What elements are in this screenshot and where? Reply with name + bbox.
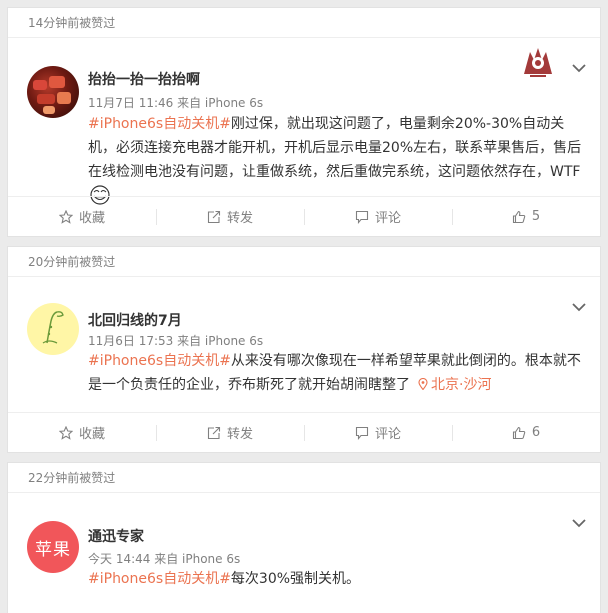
author-name[interactable]: 抬抬一抬一抬抬啊 bbox=[88, 69, 200, 89]
comment-icon bbox=[355, 210, 369, 224]
comment-button[interactable]: 评论 bbox=[304, 413, 452, 452]
star-icon bbox=[58, 425, 73, 440]
hashtag-link[interactable]: #iPhone6s自动关机# bbox=[88, 116, 231, 132]
comment-button[interactable]: 评论 bbox=[304, 197, 452, 236]
forward-button[interactable]: 转发 bbox=[156, 413, 304, 452]
hashtag-link[interactable]: #iPhone6s自动关机# bbox=[88, 571, 231, 587]
like-count: 6 bbox=[531, 425, 541, 440]
avatar-logo-text: 苹果 bbox=[35, 539, 71, 560]
location-link[interactable]: 北京·沙河 bbox=[418, 377, 491, 393]
forward-icon bbox=[207, 426, 221, 439]
post-time[interactable]: 11月6日 17:53 来自 iPhone 6s bbox=[88, 332, 263, 349]
action-bar: 收藏 转发 评论 6 bbox=[8, 412, 600, 452]
chevron-down-icon[interactable] bbox=[572, 518, 586, 528]
post-text: #iPhone6s自动关机#刚过保，就出现这问题了，电量剩余20%-30%自动关… bbox=[88, 112, 588, 208]
comment-label: 评论 bbox=[374, 211, 401, 226]
forward-label: 转发 bbox=[226, 427, 253, 442]
like-button[interactable]: 5 bbox=[452, 197, 600, 236]
hashtag-link[interactable]: #iPhone6s自动关机# bbox=[88, 353, 231, 369]
thumbs-up-icon bbox=[512, 426, 526, 439]
giraffe-doodle-icon bbox=[42, 311, 64, 344]
liked-time: 14分钟前被赞过 bbox=[8, 8, 600, 38]
liked-time: 20分钟前被赞过 bbox=[8, 247, 600, 277]
author-name[interactable]: 通迅专家 bbox=[88, 526, 144, 546]
collect-button[interactable]: 收藏 bbox=[8, 413, 156, 452]
forward-label: 转发 bbox=[226, 211, 253, 226]
post-body: 每次30%强制关机。 bbox=[230, 571, 361, 587]
badge-icon bbox=[524, 48, 552, 77]
collect-button[interactable]: 收藏 bbox=[8, 197, 156, 236]
post-card: 22分钟前被赞过 苹果 通迅专家 今天 14:44 来自 iPhone 6s #… bbox=[7, 462, 601, 613]
forward-icon bbox=[207, 210, 221, 223]
avatar[interactable] bbox=[27, 66, 79, 118]
author-name[interactable]: 北回归线的7月 bbox=[88, 310, 182, 330]
like-button[interactable]: 6 bbox=[452, 413, 600, 452]
forward-button[interactable]: 转发 bbox=[156, 197, 304, 236]
star-icon bbox=[58, 209, 73, 224]
liked-time: 22分钟前被赞过 bbox=[8, 463, 600, 493]
collect-label: 收藏 bbox=[78, 427, 105, 442]
post-text: #iPhone6s自动关机#每次30%强制关机。 bbox=[88, 567, 588, 591]
post-card: 20分钟前被赞过 北回归线的7月 11月6日 17:53 来自 iPhone 6… bbox=[7, 246, 601, 453]
thumbs-up-icon bbox=[512, 210, 526, 223]
collect-label: 收藏 bbox=[78, 211, 105, 226]
weibo-feed: 14分钟前被赞过 抬抬一抬一抬抬啊 11月7日 11:46 来自 iPhone … bbox=[0, 0, 608, 613]
location-label: 北京·沙河 bbox=[431, 377, 492, 393]
comment-label: 评论 bbox=[374, 427, 401, 442]
post-card: 14分钟前被赞过 抬抬一抬一抬抬啊 11月7日 11:46 来自 iPhone … bbox=[7, 7, 601, 237]
action-bar: 收藏 转发 评论 5 bbox=[8, 196, 600, 236]
chevron-down-icon[interactable] bbox=[572, 302, 586, 312]
avatar[interactable]: 苹果 bbox=[27, 521, 79, 573]
avatar[interactable] bbox=[27, 303, 79, 355]
post-time[interactable]: 11月7日 11:46 来自 iPhone 6s bbox=[88, 94, 263, 111]
like-count: 5 bbox=[531, 209, 541, 224]
location-pin-icon bbox=[418, 378, 428, 390]
comment-icon bbox=[355, 426, 369, 440]
post-time[interactable]: 今天 14:44 来自 iPhone 6s bbox=[88, 550, 240, 567]
post-text: #iPhone6s自动关机#从来没有哪次像现在一样希望苹果就此倒闭的。根本就不是… bbox=[88, 349, 588, 397]
chevron-down-icon[interactable] bbox=[572, 63, 586, 73]
